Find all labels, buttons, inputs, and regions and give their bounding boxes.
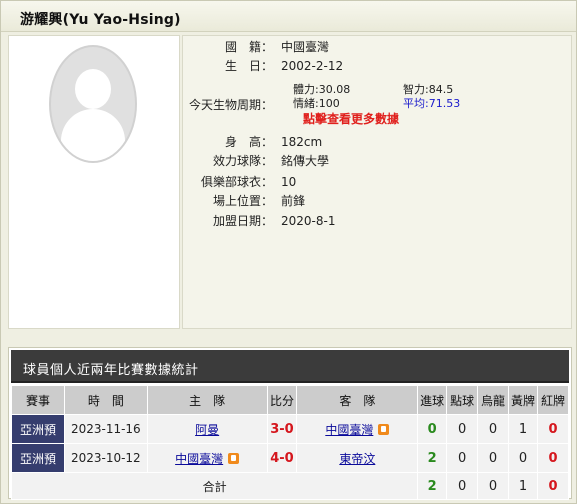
score-link[interactable]: 3-0 — [270, 422, 294, 437]
join-date-label: 加盟日期： — [212, 214, 273, 228]
date-cell: 2023-11-16 — [63, 414, 148, 444]
bio-physical: 體力:30.08 — [293, 83, 351, 96]
stats-header-row: 賽事 時 間 主 隊 比分 客 隊 進球 點球 烏龍 黃牌 紅牌 — [11, 385, 570, 415]
stats-title: 球員個人近兩年比賽數據統計 — [23, 363, 199, 378]
shirt-value: 10 — [281, 175, 297, 189]
birthday-label: 生 日： — [224, 59, 273, 73]
col-header-goals: 進球 — [417, 385, 448, 415]
total-label: 合計 — [10, 472, 419, 500]
avatar-box — [8, 35, 180, 329]
total-penalty-cell: 0 — [446, 472, 479, 500]
player-info-box: 國 籍： 中國臺灣 生 日： 2002-2-12 今天生物周期： 體力:30.0… — [182, 35, 572, 329]
home-team-cell: 阿曼 — [146, 414, 268, 444]
player-profile-panel: 國 籍： 中國臺灣 生 日： 2002-2-12 今天生物周期： 體力:30.0… — [8, 35, 572, 329]
red-card-cell: 0 — [536, 414, 570, 444]
col-header-event: 賽事 — [11, 385, 65, 415]
player-name-title: 游耀興(Yu Yao-Hsing) — [20, 12, 181, 28]
stats-header: 球員個人近兩年比賽數據統計 — [11, 350, 569, 383]
stats-table: 賽事 時 間 主 隊 比分 客 隊 進球 點球 烏龍 黃牌 紅牌 亞洲預 202… — [10, 385, 570, 500]
col-header-penalty: 點球 — [446, 385, 479, 415]
stats-panel: 球員個人近兩年比賽數據統計 賽事 時 間 主 隊 比分 客 隊 進球 點球 烏龍… — [8, 347, 572, 500]
nationality-value: 中國臺灣 — [281, 40, 330, 54]
away-team-cell: 中國臺灣 — [296, 414, 419, 444]
event-cell[interactable]: 亞洲預 — [11, 414, 65, 444]
goals-cell: 0 — [417, 414, 448, 444]
own-goal-cell: 0 — [477, 443, 510, 473]
home-team-link[interactable]: 中國臺灣 — [175, 452, 223, 466]
position-value: 前鋒 — [281, 194, 306, 208]
yellow-card-cell: 1 — [508, 414, 538, 444]
player-team-marker-icon — [228, 452, 240, 464]
shirt-label: 俱樂部球衣： — [200, 175, 273, 189]
person-silhouette-icon — [49, 45, 137, 163]
home-team-cell: 中國臺灣 — [146, 443, 268, 473]
away-team-link[interactable]: 東帝汶 — [339, 452, 375, 466]
col-header-yellow: 黃牌 — [508, 385, 538, 415]
red-card-cell: 0 — [536, 443, 570, 473]
team-value: 銘傳大學 — [281, 154, 330, 168]
biorhythm-label: 今天生物周期： — [188, 98, 273, 112]
more-data-link[interactable]: 點擊查看更多數據 — [303, 110, 399, 127]
goals-cell: 2 — [417, 443, 448, 473]
bio-emotion: 情緒:100 — [293, 97, 340, 110]
height-value: 182cm — [281, 135, 323, 149]
score-link[interactable]: 4-0 — [270, 451, 294, 466]
total-yellow-cell: 1 — [508, 472, 538, 500]
total-own-goal-cell: 0 — [477, 472, 510, 500]
col-header-own-goal: 烏龍 — [477, 385, 510, 415]
score-cell: 3-0 — [266, 414, 298, 444]
away-team-cell: 東帝汶 — [296, 443, 419, 473]
yellow-card-cell: 0 — [508, 443, 538, 473]
nationality-label: 國 籍： — [224, 40, 273, 54]
col-header-date: 時 間 — [63, 385, 148, 415]
player-page: 游耀興(Yu Yao-Hsing) 國 籍： 中國臺灣 生 日： 2002-2-… — [0, 0, 577, 504]
table-row: 亞洲預 2023-11-16 阿曼 3-0 中國臺灣 0 0 0 1 0 — [11, 414, 570, 444]
own-goal-cell: 0 — [477, 414, 510, 444]
col-header-home: 主 隊 — [146, 385, 268, 415]
height-label: 身 高： — [224, 135, 273, 149]
col-header-red: 紅牌 — [536, 385, 570, 415]
penalty-cell: 0 — [446, 414, 479, 444]
title-bar: 游耀興(Yu Yao-Hsing) — [1, 1, 576, 32]
table-row: 亞洲預 2023-10-12 中國臺灣 4-0 東帝汶 2 0 0 0 0 — [11, 443, 570, 473]
bio-average: 平均:71.53 — [403, 97, 461, 110]
team-label: 效力球隊： — [212, 154, 273, 168]
away-team-link[interactable]: 中國臺灣 — [325, 423, 373, 437]
col-header-away: 客 隊 — [296, 385, 419, 415]
player-team-marker-icon — [378, 423, 390, 435]
date-cell: 2023-10-12 — [63, 443, 148, 473]
birthday-value: 2002-2-12 — [281, 59, 344, 73]
event-cell[interactable]: 亞洲預 — [11, 443, 65, 473]
position-label: 場上位置： — [212, 194, 273, 208]
total-row: 合計 2 0 0 1 0 — [10, 472, 570, 500]
score-cell: 4-0 — [266, 443, 298, 473]
total-red-cell: 0 — [536, 472, 570, 500]
bio-intellect: 智力:84.5 — [403, 83, 454, 96]
col-header-score: 比分 — [266, 385, 298, 415]
join-date-value: 2020-8-1 — [281, 214, 336, 228]
home-team-link[interactable]: 阿曼 — [195, 423, 219, 437]
total-goals-cell: 2 — [417, 472, 448, 500]
penalty-cell: 0 — [446, 443, 479, 473]
